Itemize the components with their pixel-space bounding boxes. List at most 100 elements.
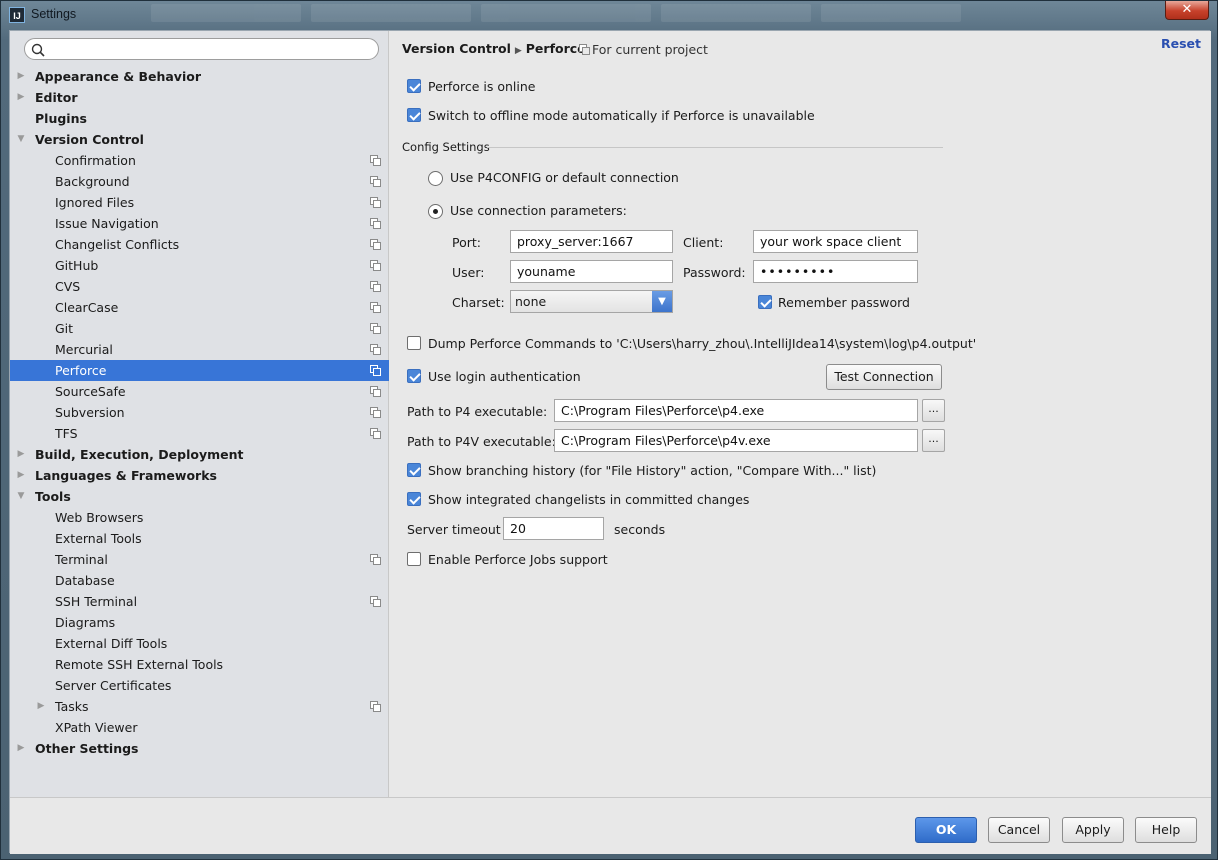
sidebar-item-label: Tools xyxy=(35,489,71,504)
background-taskbar-ghost xyxy=(151,4,1031,24)
sidebar-item-ignored-files[interactable]: Ignored Files xyxy=(10,192,389,213)
p4v-browse-button[interactable]: ... xyxy=(922,429,945,452)
login-auth-checkbox[interactable] xyxy=(407,369,421,383)
sidebar-item-mercurial[interactable]: Mercurial xyxy=(10,339,389,360)
sidebar-item-label: Editor xyxy=(35,90,78,105)
sidebar-item-confirmation[interactable]: Confirmation xyxy=(10,150,389,171)
perforce-online-checkbox[interactable] xyxy=(407,79,421,93)
sidebar-item-git[interactable]: Git xyxy=(10,318,389,339)
p4-path-input[interactable]: C:\Program Files\Perforce\p4.exe xyxy=(554,399,918,422)
password-input[interactable]: ••••••••• xyxy=(753,260,918,283)
sidebar-item-editor[interactable]: ▶ Editor xyxy=(10,87,389,108)
sidebar-item-label: Subversion xyxy=(55,405,125,420)
server-timeout-input[interactable]: 20 xyxy=(503,517,604,540)
sidebar-item-label: Diagrams xyxy=(55,615,116,630)
port-input[interactable]: proxy_server:1667 xyxy=(510,230,673,253)
sidebar-item-issue-navigation[interactable]: Issue Navigation xyxy=(10,213,389,234)
title-bar[interactable]: IJ Settings ✕ xyxy=(1,1,1217,29)
sidebar-item-label: XPath Viewer xyxy=(55,720,138,735)
p4-browse-button[interactable]: ... xyxy=(922,399,945,422)
charset-label: Charset: xyxy=(452,295,505,310)
sidebar-item-server-certificates[interactable]: Server Certificates xyxy=(10,675,389,696)
help-button[interactable]: Help xyxy=(1135,817,1197,843)
sidebar-item-ssh-terminal[interactable]: SSH Terminal xyxy=(10,591,389,612)
chevron-right-icon[interactable]: ▶ xyxy=(15,465,27,486)
sidebar-item-clearcase[interactable]: ClearCase xyxy=(10,297,389,318)
chevron-right-icon[interactable]: ▶ xyxy=(15,444,27,465)
sidebar-item-changelist-conflicts[interactable]: Changelist Conflicts xyxy=(10,234,389,255)
sidebar-item-label: Server Certificates xyxy=(55,678,172,693)
cancel-button[interactable]: Cancel xyxy=(988,817,1050,843)
sidebar-item-tasks[interactable]: ▶ Tasks xyxy=(10,696,389,717)
project-scope-icon xyxy=(370,323,381,334)
sidebar-item-subversion[interactable]: Subversion xyxy=(10,402,389,423)
dump-commands-label: Dump Perforce Commands to 'C:\Users\harr… xyxy=(428,336,977,351)
use-connection-params-radio[interactable] xyxy=(428,204,443,219)
perforce-online-label: Perforce is online xyxy=(428,79,536,94)
close-window-button[interactable]: ✕ xyxy=(1165,1,1209,20)
settings-sidebar: ▶ Appearance & Behavior ▶ Editor Plugins ▼ Ver… xyxy=(10,31,389,797)
remember-password-checkbox[interactable] xyxy=(758,295,772,309)
switch-offline-checkbox[interactable] xyxy=(407,108,421,122)
sidebar-item-web-browsers[interactable]: Web Browsers xyxy=(10,507,389,528)
sidebar-item-languages-frameworks[interactable]: ▶ Languages & Frameworks xyxy=(10,465,389,486)
p4v-path-input[interactable]: C:\Program Files\Perforce\p4v.exe xyxy=(554,429,918,452)
jobs-support-checkbox[interactable] xyxy=(407,552,421,566)
reset-link[interactable]: Reset xyxy=(1161,36,1201,51)
sidebar-item-label: Web Browsers xyxy=(55,510,144,525)
sidebar-item-xpath-viewer[interactable]: XPath Viewer xyxy=(10,717,389,738)
charset-value: none xyxy=(515,294,547,309)
project-scope-icon xyxy=(370,218,381,229)
chevron-right-icon[interactable]: ▶ xyxy=(15,738,27,759)
project-scope-icon xyxy=(370,176,381,187)
ok-button[interactable]: OK xyxy=(915,817,977,843)
user-input[interactable]: youname xyxy=(510,260,673,283)
sidebar-item-other-settings[interactable]: ▶ Other Settings xyxy=(10,738,389,759)
branching-history-checkbox[interactable] xyxy=(407,463,421,477)
integrated-changelists-checkbox[interactable] xyxy=(407,492,421,506)
sidebar-item-sourcesafe[interactable]: SourceSafe xyxy=(10,381,389,402)
sidebar-item-label: Confirmation xyxy=(55,153,136,168)
sidebar-item-tools[interactable]: ▼ Tools xyxy=(10,486,389,507)
sidebar-item-database[interactable]: Database xyxy=(10,570,389,591)
chevron-right-icon[interactable]: ▶ xyxy=(15,66,27,87)
sidebar-item-tfs[interactable]: TFS xyxy=(10,423,389,444)
dump-commands-checkbox[interactable] xyxy=(407,336,421,350)
project-scope-icon xyxy=(370,260,381,271)
config-separator xyxy=(487,147,943,148)
chevron-down-icon[interactable]: ▼ xyxy=(15,486,27,507)
sidebar-item-label: TFS xyxy=(55,426,78,441)
sidebar-item-diagrams[interactable]: Diagrams xyxy=(10,612,389,633)
settings-search-input[interactable] xyxy=(24,38,379,60)
sidebar-item-remote-ssh-external-tools[interactable]: Remote SSH External Tools xyxy=(10,654,389,675)
sidebar-item-label: Mercurial xyxy=(55,342,113,357)
apply-button[interactable]: Apply xyxy=(1062,817,1124,843)
test-connection-button[interactable]: Test Connection xyxy=(826,364,942,390)
sidebar-item-appearance-behavior[interactable]: ▶ Appearance & Behavior xyxy=(10,66,389,87)
charset-select[interactable]: none ▼ xyxy=(510,290,673,313)
chevron-right-icon[interactable]: ▶ xyxy=(35,696,47,717)
sidebar-item-version-control[interactable]: ▼ Version Control xyxy=(10,129,389,150)
sidebar-item-label: Git xyxy=(55,321,74,336)
sidebar-item-cvs[interactable]: CVS xyxy=(10,276,389,297)
client-input[interactable]: your work space client xyxy=(753,230,918,253)
sidebar-item-label: GitHub xyxy=(55,258,99,273)
sidebar-item-background[interactable]: Background xyxy=(10,171,389,192)
sidebar-item-terminal[interactable]: Terminal xyxy=(10,549,389,570)
use-p4config-radio[interactable] xyxy=(428,171,443,186)
project-scope-icon xyxy=(370,701,381,712)
sidebar-item-label: ClearCase xyxy=(55,300,119,315)
sidebar-item-perforce[interactable]: Perforce xyxy=(10,360,389,381)
sidebar-item-build-execution-deployment[interactable]: ▶ Build, Execution, Deployment xyxy=(10,444,389,465)
switch-offline-label: Switch to offline mode automatically if … xyxy=(428,108,815,123)
breadcrumb-separator-icon: ▶ xyxy=(514,46,522,56)
sidebar-item-external-tools[interactable]: External Tools xyxy=(10,528,389,549)
project-scope-icon xyxy=(370,344,381,355)
sidebar-item-external-diff-tools[interactable]: External Diff Tools xyxy=(10,633,389,654)
project-scope-icon xyxy=(370,197,381,208)
sidebar-item-plugins[interactable]: Plugins xyxy=(10,108,389,129)
sidebar-item-github[interactable]: GitHub xyxy=(10,255,389,276)
p4v-path-label: Path to P4V executable: xyxy=(407,434,556,449)
chevron-right-icon[interactable]: ▶ xyxy=(15,87,27,108)
chevron-down-icon[interactable]: ▼ xyxy=(15,129,27,150)
